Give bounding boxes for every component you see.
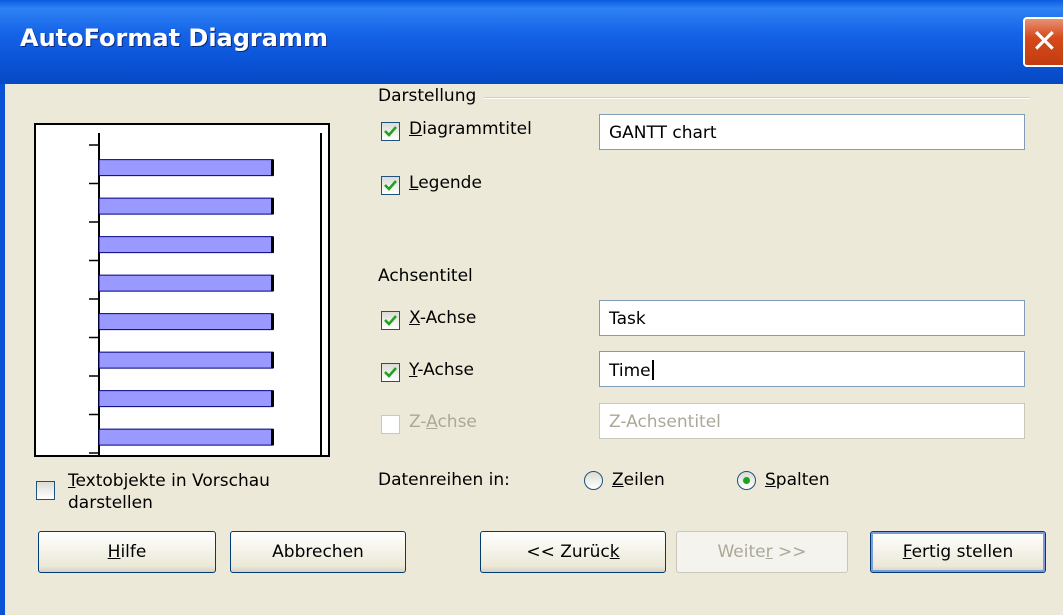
text-caret — [651, 360, 654, 380]
preview-bar — [98, 428, 274, 446]
preview-bar-end — [271, 429, 274, 446]
achsentitel-heading: Achsentitel — [378, 266, 473, 286]
spalten-radio[interactable] — [737, 471, 756, 490]
y-achse-checkbox[interactable] — [381, 363, 400, 382]
next-button-label: Weite — [717, 542, 766, 562]
next-button: Weiter >> — [676, 531, 848, 573]
checkmark-icon — [384, 367, 397, 378]
x-achse-checkbox[interactable] — [381, 311, 400, 330]
next-button-suffix: >> — [772, 542, 807, 562]
preview-bar-end — [271, 390, 274, 407]
help-button-label: ilfe — [120, 542, 147, 562]
legende-checkbox[interactable] — [381, 176, 400, 195]
preview-bar-end — [271, 198, 274, 215]
help-button[interactable]: Hilfe — [38, 531, 216, 573]
diagrammtitel-checkbox[interactable] — [381, 122, 400, 141]
y-achse-input[interactable]: Time — [599, 351, 1025, 387]
window-frame — [0, 84, 5, 615]
preview-chart-svg — [89, 133, 322, 455]
zeilen-mnemonic: Z — [612, 470, 624, 490]
zeilen-radio[interactable] — [584, 471, 603, 490]
preview-bar-end — [271, 352, 274, 369]
diagrammtitel-input[interactable]: GANTT chart — [599, 114, 1025, 150]
preview-bar-end — [271, 313, 274, 330]
textobjekte-checkbox[interactable] — [36, 481, 55, 500]
z-achse-label: Z-Achse — [409, 412, 477, 432]
preview-bar — [98, 236, 274, 254]
preview-bar — [98, 197, 274, 215]
preview-bar — [98, 159, 274, 177]
legende-label[interactable]: Legende — [409, 173, 482, 193]
diagrammtitel-label-text: iagrammtitel — [422, 119, 532, 139]
y-achse-label[interactable]: Y-Achse — [409, 360, 474, 380]
y-achse-label-text: -Achse — [417, 360, 474, 380]
preview-bar-end — [271, 236, 274, 253]
z-achse-checkbox — [381, 415, 400, 434]
darstellung-separator — [484, 97, 1030, 99]
z-achse-label-text: chse — [437, 412, 477, 432]
next-mnemonic: r — [765, 542, 773, 562]
back-button-label: << Zurüc — [526, 542, 610, 562]
back-button[interactable]: << Zurück — [480, 531, 666, 573]
diagrammtitel-mnemonic: D — [409, 119, 423, 139]
z-achse-input: Z-Achsentitel — [599, 403, 1025, 439]
preview-bar — [98, 313, 274, 331]
checkmark-icon — [384, 180, 397, 191]
title-bar: AutoFormat Diagramm ✕ — [0, 0, 1063, 84]
preview-bar — [98, 390, 274, 408]
window-title: AutoFormat Diagramm — [20, 24, 328, 52]
back-mnemonic: k — [609, 542, 620, 562]
darstellung-heading: Darstellung — [378, 86, 477, 106]
x-achse-input[interactable]: Task — [599, 300, 1025, 336]
x-achse-mnemonic: X — [409, 308, 420, 328]
close-button[interactable]: ✕ — [1023, 17, 1063, 67]
spalten-label[interactable]: Spalten — [765, 470, 830, 490]
x-achse-label[interactable]: X-Achse — [409, 308, 476, 328]
close-icon: ✕ — [1031, 22, 1058, 60]
legende-label-text: egende — [418, 173, 482, 193]
datenreihen-label: Datenreihen in: — [378, 470, 510, 490]
spalten-label-text: palten — [775, 470, 830, 490]
textobjekte-label[interactable]: Textobjekte in Vorschau darstellen — [68, 470, 270, 514]
textobjekte-label-text: extobjekte in Vorschau — [75, 471, 270, 491]
chart-preview — [34, 123, 330, 457]
checkmark-icon — [384, 315, 397, 326]
cancel-button[interactable]: Abbrechen — [230, 531, 406, 573]
textobjekte-label-line2: darstellen — [68, 493, 153, 513]
spalten-mnemonic: S — [765, 470, 776, 490]
finish-button-label: ertig stellen — [911, 542, 1014, 562]
preview-bar — [98, 351, 274, 369]
zeilen-label-text: eilen — [623, 470, 665, 490]
help-mnemonic: H — [107, 542, 121, 562]
finish-mnemonic: F — [902, 542, 912, 562]
textobjekte-mnemonic: T — [68, 471, 76, 491]
diagrammtitel-label[interactable]: Diagrammtitel — [409, 119, 532, 139]
finish-button[interactable]: Fertig stellen — [870, 531, 1046, 573]
zeilen-label[interactable]: Zeilen — [612, 470, 665, 490]
preview-bar-end — [271, 159, 274, 176]
z-achse-mnemonic: A — [426, 412, 438, 432]
preview-bar — [98, 274, 274, 292]
checkmark-icon — [384, 126, 397, 137]
preview-bar-end — [271, 275, 274, 292]
x-achse-label-text: -Achse — [419, 308, 477, 328]
legende-mnemonic: L — [409, 173, 419, 193]
z-achse-label-prefix: Z- — [409, 412, 427, 432]
radio-selected-dot — [743, 477, 750, 484]
y-achse-input-text: Time — [609, 361, 651, 381]
